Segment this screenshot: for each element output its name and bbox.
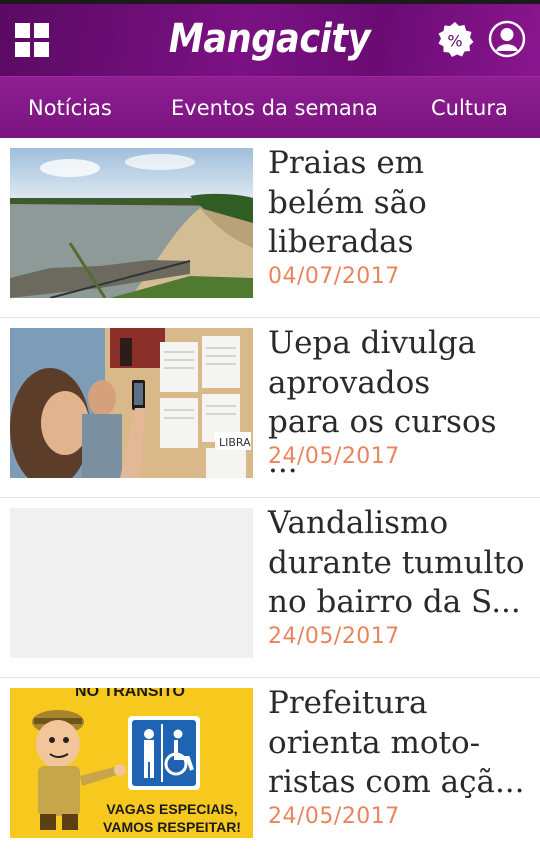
news-thumbnail-beach[interactable] <box>10 148 253 298</box>
news-date: 24/05/2017 <box>268 624 400 649</box>
news-title[interactable]: Praias em belém são liberadas <box>268 144 533 263</box>
tab-cultura[interactable]: Cultura <box>431 77 508 139</box>
news-card[interactable]: LIBRA Uepa divulga aprovados para os cur… <box>0 318 540 498</box>
news-thumbnail-notice-board[interactable]: LIBRA <box>10 328 253 478</box>
news-card[interactable]: Vandalismo durante tumulto no bairro da … <box>0 498 540 678</box>
percent-badge-icon[interactable]: % <box>436 21 474 59</box>
user-profile-icon[interactable] <box>488 20 526 58</box>
news-title[interactable]: Prefeitura orienta moto- ristas com açã.… <box>268 684 533 803</box>
news-title[interactable]: Vandalismo durante tumulto no bairro da … <box>268 504 533 623</box>
tab-noticias[interactable]: Notícias <box>28 77 112 139</box>
poster-bottom-line2: VAMOS RESPEITAR! <box>103 819 241 835</box>
tab-eventos-da-semana[interactable]: Eventos da semana <box>171 77 378 139</box>
poster-bottom-line1: VAGAS ESPECIAIS, <box>106 801 237 817</box>
svg-text:LIBRA: LIBRA <box>219 436 251 449</box>
app-bar: Mangacity % <box>0 0 540 76</box>
news-date: 24/05/2017 <box>268 444 400 469</box>
category-tabs: Notícias Eventos da semana Cultura <box>0 76 540 138</box>
news-date: 24/05/2017 <box>268 804 400 829</box>
app-title: Mangacity <box>169 16 371 62</box>
news-thumbnail-placeholder[interactable] <box>10 508 253 658</box>
svg-text:%: % <box>447 32 462 51</box>
poster-top-text: NO TRÂNSITO <box>75 688 185 700</box>
news-card[interactable]: NO TRÂNSITO VAGAS ESPECIAIS, VAMOS RESPE… <box>0 678 540 855</box>
news-thumbnail-traffic-poster[interactable]: NO TRÂNSITO VAGAS ESPECIAIS, VAMOS RESPE… <box>10 688 253 838</box>
grid-menu-icon[interactable] <box>14 22 50 58</box>
news-card[interactable]: Praias em belém são liberadas 04/07/2017 <box>0 138 540 318</box>
news-date: 04/07/2017 <box>268 264 400 289</box>
